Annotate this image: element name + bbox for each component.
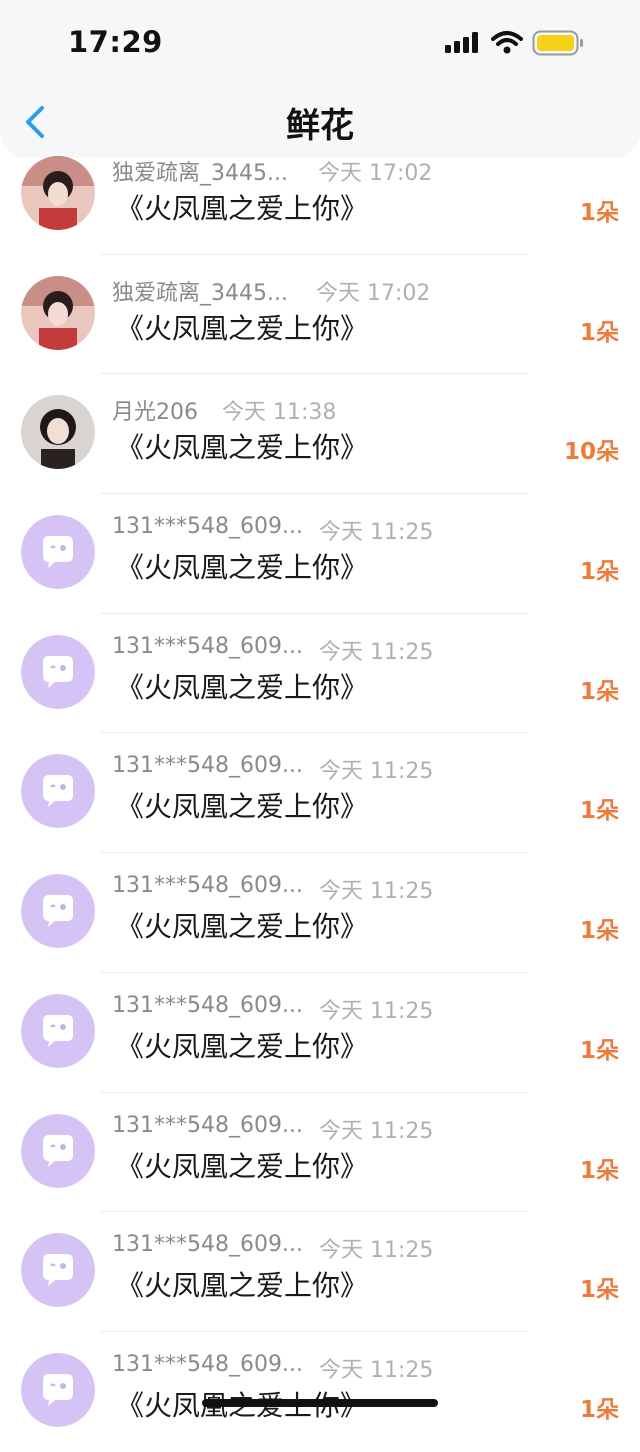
list-item[interactable]: 131***548_609... 今天 11:25 《火凤凰之爱上你》 1朵: [0, 1212, 640, 1332]
default-avatar-icon[interactable]: [21, 634, 95, 709]
gift-title: 《火凤凰之爱上你》: [116, 670, 369, 704]
send-time: 今天 11:38: [222, 400, 337, 426]
list-item[interactable]: 独爱疏离_3445... 今天 17:02 《火凤凰之爱上你》 1朵: [0, 255, 640, 375]
gift-title: 《火凤凰之爱上你》: [116, 311, 369, 345]
default-avatar-icon[interactable]: [21, 1352, 95, 1427]
cellular-signal-icon: [445, 32, 478, 53]
list-item[interactable]: 131***548_609... 今天 11:25 《火凤凰之爱上你》 1朵: [0, 973, 640, 1093]
send-time: 今天 11:25: [319, 1238, 434, 1264]
gift-title: 《火凤凰之爱上你》: [116, 1029, 369, 1063]
sender-name: 131***548_609...: [112, 1351, 303, 1377]
gift-title: 《火凤凰之爱上你》: [116, 1149, 369, 1183]
flower-count: 1朵: [579, 1396, 619, 1423]
wifi-icon: [491, 31, 523, 54]
sender-name: 131***548_609...: [112, 633, 303, 659]
gift-title: 《火凤凰之爱上你》: [116, 192, 369, 225]
default-avatar-icon[interactable]: [21, 515, 95, 590]
flower-count: 1朵: [579, 798, 619, 825]
sender-name: 131***548_609...: [112, 992, 303, 1018]
home-indicator[interactable]: [202, 1399, 438, 1407]
flower-count: 1朵: [579, 918, 619, 945]
sender-name: 131***548_609...: [112, 1232, 303, 1258]
gift-title: 《火凤凰之爱上你》: [116, 1269, 369, 1303]
send-time: 今天 11:25: [319, 998, 434, 1024]
list-item[interactable]: 131***548_609... 今天 11:25 《火凤凰之爱上你》 1朵: [0, 853, 640, 973]
list-item[interactable]: 131***548_609... 今天 11:25 《火凤凰之爱上你》 1朵: [0, 494, 640, 614]
battery-level: [537, 35, 574, 51]
sender-name: 131***548_609...: [112, 873, 303, 899]
list-item[interactable]: 131***548_609... 今天 11:25 《火凤凰之爱上你》 1朵: [0, 1093, 640, 1213]
sender-name: 131***548_609...: [112, 1112, 303, 1138]
send-time: 今天 11:25: [319, 879, 434, 905]
send-time: 今天 11:25: [319, 759, 434, 785]
list-item[interactable]: 月光206 今天 11:38 《火凤凰之爱上你》 10朵: [0, 374, 640, 495]
sender-name: 独爱疏离_3445...: [112, 161, 288, 186]
flower-count: 10朵: [563, 439, 619, 466]
flower-count: 1朵: [579, 1157, 619, 1184]
gift-title: 《火凤凰之爱上你》: [116, 790, 369, 824]
avatar[interactable]: [21, 156, 95, 230]
default-avatar-icon[interactable]: [21, 1113, 95, 1188]
sender-name: 独爱疏离_3445...: [112, 280, 288, 306]
gift-title: 《火凤凰之爱上你》: [116, 431, 369, 465]
list-item[interactable]: 131***548_609... 今天 11:25 《火凤凰之爱上你》 1朵: [0, 614, 640, 734]
send-time: 今天 11:25: [319, 639, 434, 665]
battery-icon: [532, 30, 583, 56]
gift-title: 《火凤凰之爱上你》: [116, 551, 369, 585]
sender-name: 131***548_609...: [112, 753, 303, 779]
sender-name: 月光206: [112, 400, 198, 426]
page-title: 鲜花: [286, 106, 354, 146]
status-time: 17:29: [68, 25, 163, 59]
avatar[interactable]: [21, 275, 95, 350]
flower-count: 1朵: [579, 559, 619, 586]
default-avatar-icon[interactable]: [21, 1233, 95, 1308]
flower-count: 1朵: [579, 1277, 619, 1304]
flower-count: 1朵: [579, 319, 619, 346]
default-avatar-icon[interactable]: [21, 874, 95, 949]
send-time: 今天 11:25: [319, 1357, 434, 1383]
send-time: 今天 17:02: [318, 161, 433, 186]
flower-count: 1朵: [579, 200, 619, 226]
gift-title: 《火凤凰之爱上你》: [116, 910, 369, 944]
avatar[interactable]: [21, 395, 95, 470]
list-item[interactable]: 131***548_609... 今天 11:25 《火凤凰之爱上你》 1朵: [0, 733, 640, 854]
send-time: 今天 11:25: [319, 520, 434, 546]
sender-name: 131***548_609...: [112, 514, 303, 540]
list-item[interactable]: 131***548_609... 今天 11:25 《火凤凰之爱上你》 1朵: [0, 1332, 640, 1452]
top-header: 17:29 鲜花: [0, 0, 640, 156]
default-avatar-icon[interactable]: [21, 754, 95, 829]
flower-count: 1朵: [579, 1037, 619, 1064]
send-time: 今天 17:02: [316, 280, 431, 306]
send-time: 今天 11:25: [319, 1118, 434, 1144]
flower-count: 1朵: [579, 678, 619, 705]
flower-record-list: 独爱疏离_3445... 今天 17:02 《火凤凰之爱上你》 1朵 独爱疏离_…: [0, 135, 640, 1452]
default-avatar-icon[interactable]: [21, 993, 95, 1068]
